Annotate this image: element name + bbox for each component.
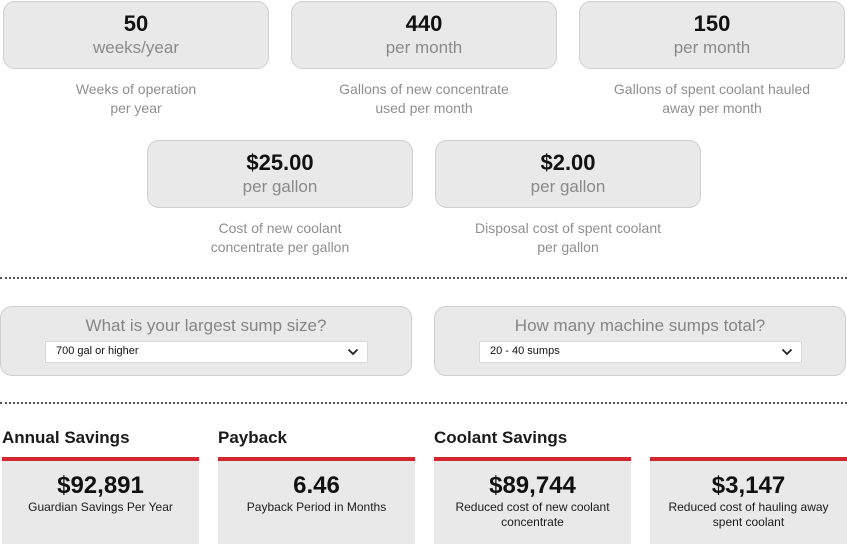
payback-card: 6.46 Payback Period in Months <box>218 457 415 544</box>
caption-line: concentrate per gallon <box>210 239 350 255</box>
sump-count-select[interactable]: 20 - 40 sumps <box>479 341 802 363</box>
input-unit: per gallon <box>530 177 606 196</box>
gallons-spent-coolant-caption: Gallons of spent coolant hauled away per… <box>579 80 845 118</box>
caption-line: used per month <box>375 100 473 116</box>
input-value: 150 <box>693 11 731 36</box>
dotted-divider <box>0 277 847 279</box>
caption-line: per year <box>110 100 162 116</box>
caption-line: Cost of new coolant <box>218 220 342 236</box>
input-value: $25.00 <box>246 150 314 175</box>
input-value: $2.00 <box>540 150 596 175</box>
gallons-new-concentrate-caption: Gallons of new concentrate used per mont… <box>291 80 557 118</box>
payback-label: Payback Period in Months <box>246 500 387 514</box>
sump-count-card: How many machine sumps total? 20 - 40 su… <box>434 306 846 376</box>
caption-line: away per month <box>662 100 762 116</box>
sump-count-question: How many machine sumps total? <box>514 316 766 335</box>
new-coolant-savings-value: $89,744 <box>489 472 576 499</box>
input-value: 440 <box>405 11 443 36</box>
caption-line: Weeks of operation <box>75 81 197 97</box>
caption-line: Gallons of spent coolant hauled <box>613 81 811 97</box>
hauling-savings-label: Reduced cost of hauling away spent coola… <box>668 500 829 529</box>
coolant-savings-title: Coolant Savings <box>434 428 568 447</box>
input-unit: per month <box>385 38 463 57</box>
cost-new-coolant-input[interactable]: $25.00 per gallon <box>147 140 413 208</box>
gallons-spent-coolant-input[interactable]: 150 per month <box>579 1 845 69</box>
annual-savings-label: Guardian Savings Per Year <box>28 500 173 514</box>
chevron-down-icon <box>347 348 359 356</box>
sump-size-card: What is your largest sump size? 700 gal … <box>0 306 412 376</box>
chevron-down-icon <box>781 348 793 356</box>
caption-line: Disposal cost of spent coolant <box>475 220 661 236</box>
payback-value: 6.46 <box>293 472 340 499</box>
input-unit: per gallon <box>242 177 318 196</box>
payback-title: Payback <box>218 428 287 447</box>
disposal-cost-input[interactable]: $2.00 per gallon <box>435 140 701 208</box>
caption-line: Gallons of new concentrate <box>339 81 509 97</box>
sump-size-selected: 700 gal or higher <box>56 345 139 357</box>
gallons-new-concentrate-input[interactable]: 440 per month <box>291 1 557 69</box>
sump-count-selected: 20 - 40 sumps <box>490 345 560 357</box>
sump-size-question: What is your largest sump size? <box>85 316 327 335</box>
new-coolant-savings-card: $89,744 Reduced cost of new coolant conc… <box>434 457 631 544</box>
annual-savings-title: Annual Savings <box>2 428 130 447</box>
dotted-divider <box>0 402 847 404</box>
caption-line: per gallon <box>537 239 599 255</box>
input-value: 50 <box>123 11 149 36</box>
hauling-savings-value: $3,147 <box>711 472 786 499</box>
annual-savings-card: $92,891 Guardian Savings Per Year <box>2 457 199 544</box>
disposal-cost-caption: Disposal cost of spent coolant per gallo… <box>435 219 701 257</box>
new-coolant-savings-label: Reduced cost of new coolant concentrate <box>455 500 610 529</box>
sump-size-select[interactable]: 700 gal or higher <box>45 341 368 363</box>
input-unit: weeks/year <box>93 38 179 57</box>
annual-savings-value: $92,891 <box>57 472 144 499</box>
weeks-per-year-caption: Weeks of operation per year <box>3 80 269 118</box>
hauling-savings-card: $3,147 Reduced cost of hauling away spen… <box>650 457 847 544</box>
cost-new-coolant-caption: Cost of new coolant concentrate per gall… <box>147 219 413 257</box>
weeks-per-year-input[interactable]: 50 weeks/year <box>3 1 269 69</box>
input-unit: per month <box>673 38 751 57</box>
